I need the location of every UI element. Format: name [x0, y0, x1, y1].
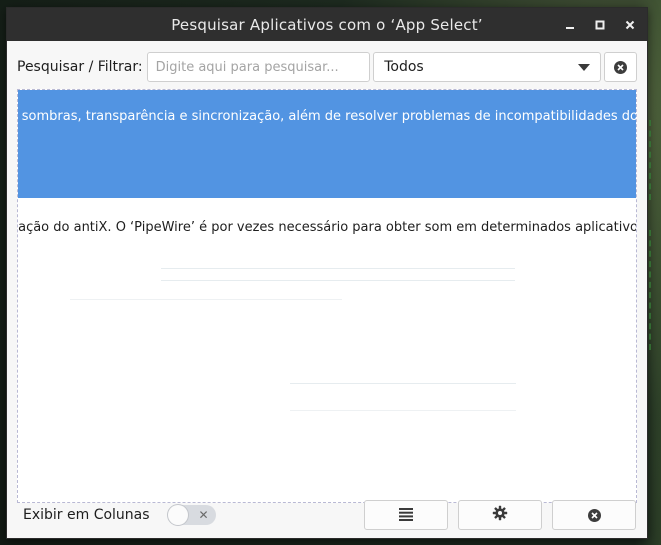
search-label: Pesquisar / Filtrar: — [17, 59, 143, 75]
close-icon[interactable] — [623, 18, 637, 32]
list-item-description: cialização do antiX. O ‘PipeWire’ é por … — [18, 220, 636, 235]
chevron-down-icon — [577, 64, 590, 71]
render-artifact — [290, 383, 516, 384]
app-list[interactable]: pição, sombras, transparência e sincroni… — [17, 89, 637, 503]
list-item-selected[interactable]: pição, sombras, transparência e sincroni… — [18, 90, 636, 198]
desktop-decoration — [649, 120, 659, 200]
list-icon — [398, 506, 414, 525]
window-controls — [563, 8, 637, 41]
close-circle-icon — [587, 508, 601, 522]
search-input[interactable] — [146, 52, 371, 82]
list-item[interactable]: cialização do antiX. O ‘PipeWire’ é por … — [18, 198, 636, 258]
toggle-knob — [167, 505, 188, 525]
title-bar[interactable]: Pesquisar Aplicativos com o ‘App Select’ — [7, 8, 647, 41]
app-select-window: Pesquisar Aplicativos com o ‘App Select’… — [7, 8, 647, 538]
render-artifact — [161, 268, 515, 269]
category-filter-select[interactable]: Todos — [373, 52, 601, 82]
settings-button[interactable] — [458, 500, 542, 530]
maximize-icon[interactable] — [593, 18, 607, 32]
window-title: Pesquisar Aplicativos com o ‘App Select’ — [171, 15, 483, 34]
category-filter-value: Todos — [384, 59, 424, 75]
search-toolbar: Pesquisar / Filtrar: Todos — [17, 51, 637, 83]
columns-toggle[interactable]: ✕ — [167, 505, 216, 525]
window-content: Pesquisar / Filtrar: Todos pição, sombra… — [7, 41, 647, 538]
columns-toggle-label: Exibir em Colunas — [23, 507, 150, 523]
toggle-off-x-icon: ✕ — [198, 508, 209, 522]
render-artifact — [290, 410, 516, 411]
desktop-decoration — [649, 230, 659, 350]
clear-circle-x-icon — [613, 60, 627, 74]
minimize-icon[interactable] — [563, 18, 577, 32]
clear-search-button[interactable] — [603, 52, 637, 82]
close-app-button[interactable] — [552, 500, 636, 530]
render-artifact — [161, 280, 515, 281]
gear-icon — [492, 505, 508, 525]
render-artifact — [70, 299, 342, 300]
bottom-bar: Exibir em Colunas ✕ — [7, 492, 647, 538]
list-item-description: pição, sombras, transparência e sincroni… — [18, 109, 636, 124]
list-view-button[interactable] — [364, 500, 448, 530]
